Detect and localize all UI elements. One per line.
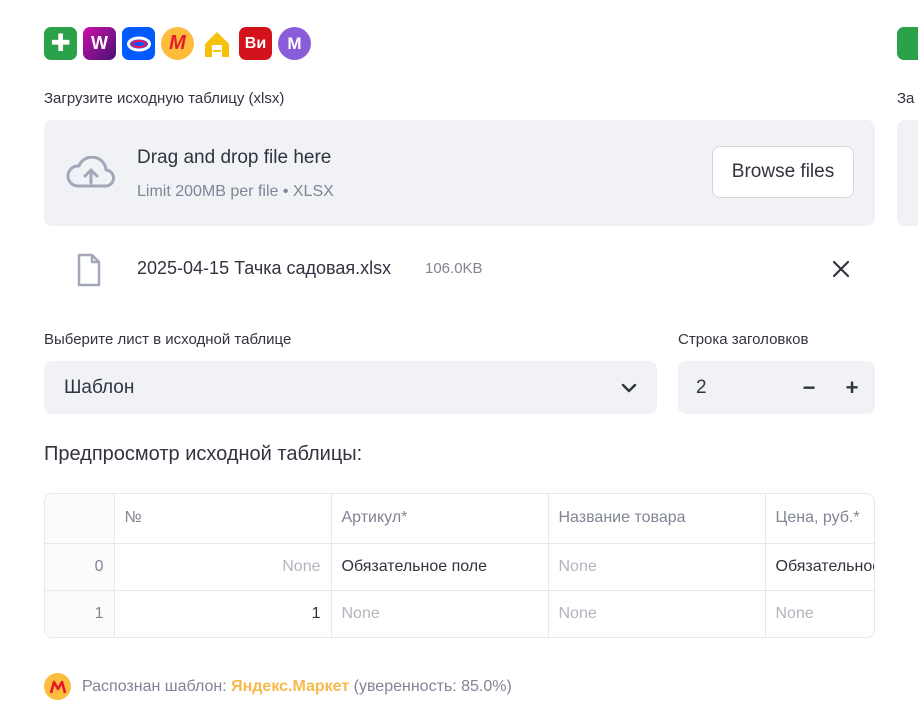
table-cell[interactable]: None [331, 590, 549, 637]
marketplace-icons: ✚ W M Ви M [44, 27, 311, 60]
increment-button[interactable]: + [837, 373, 867, 403]
column-header[interactable]: Артикул* [331, 494, 549, 544]
clipped-megamarket-icon[interactable] [897, 27, 918, 60]
detected-confidence: (уверенность: 85.0%) [353, 677, 512, 695]
header-row-value[interactable]: 2 [696, 377, 707, 399]
dropzone-limit: Limit 200MB per file • XLSX [137, 183, 334, 200]
preview-table[interactable]: № Артикул* Название товара Цена, руб.* 0… [44, 493, 875, 638]
file-dropzone[interactable]: Drag and drop file here Limit 200MB per … [44, 120, 875, 226]
table-cell[interactable]: Обязательное поле [765, 543, 874, 591]
column-header[interactable]: Цена, руб.* [765, 494, 874, 544]
column-header[interactable]: № [114, 494, 332, 544]
uploaded-file: 2025-04-15 Тачка садовая.xlsx 106.0KB [44, 248, 875, 292]
table-cell[interactable]: 1 [114, 590, 332, 637]
header-row-label: Строка заголовков [678, 331, 809, 348]
row-index: 1 [45, 590, 115, 637]
table-cell[interactable]: None [548, 590, 766, 637]
table-cell[interactable]: None [765, 590, 874, 637]
sheet-select-value: Шаблон [64, 377, 135, 398]
clipped-label: За [897, 90, 915, 107]
cloud-upload-icon [66, 156, 115, 188]
browse-files-button[interactable]: Browse files [712, 146, 854, 198]
magnit-icon[interactable]: M [278, 27, 311, 60]
preview-title: Предпросмотр исходной таблицы: [44, 443, 363, 465]
wildberries-icon[interactable]: W [83, 27, 116, 60]
chevron-down-icon [621, 383, 637, 393]
row-index: 0 [45, 543, 115, 591]
table-cell[interactable]: Обязательное поле [331, 543, 549, 591]
table-cell[interactable]: None [114, 543, 332, 591]
house-icon[interactable] [200, 27, 233, 60]
dropzone-title: Drag and drop file here [137, 147, 332, 168]
file-size: 106.0KB [425, 260, 483, 277]
file-icon [77, 253, 101, 287]
yandex-market-icon[interactable]: M [161, 27, 194, 60]
upload-label: Загрузите исходную таблицу (xlsx) [44, 90, 285, 107]
file-name: 2025-04-15 Тачка садовая.xlsx [137, 258, 392, 278]
table-header-row: № Артикул* Название товара Цена, руб.* [45, 494, 874, 544]
yandex-market-small-icon [44, 673, 71, 700]
megamarket-icon[interactable]: ✚ [44, 27, 77, 60]
detected-template: Распознан шаблон: Яндекс.Маркет (уверенн… [44, 673, 512, 700]
close-icon[interactable] [831, 259, 851, 279]
ozon-icon[interactable] [122, 27, 155, 60]
header-row-input[interactable]: 2 − + [678, 361, 875, 414]
table-row: 0 None Обязательное поле None Обязательн… [45, 543, 874, 591]
decrement-button[interactable]: − [794, 373, 824, 403]
detected-brand: Яндекс.Маркет [231, 677, 350, 695]
sheet-select-label: Выберите лист в исходной таблице [44, 331, 292, 348]
clipped-dropzone[interactable] [897, 120, 918, 226]
column-header[interactable]: Название товара [548, 494, 766, 544]
sheet-select[interactable]: Шаблон [44, 361, 657, 414]
detected-prefix: Распознан шаблон: [82, 677, 227, 695]
table-cell[interactable]: None [548, 543, 766, 591]
vseinstrumenti-icon[interactable]: Ви [239, 27, 272, 60]
table-row: 1 1 None None None [45, 590, 874, 637]
column-header-index[interactable] [45, 494, 115, 544]
